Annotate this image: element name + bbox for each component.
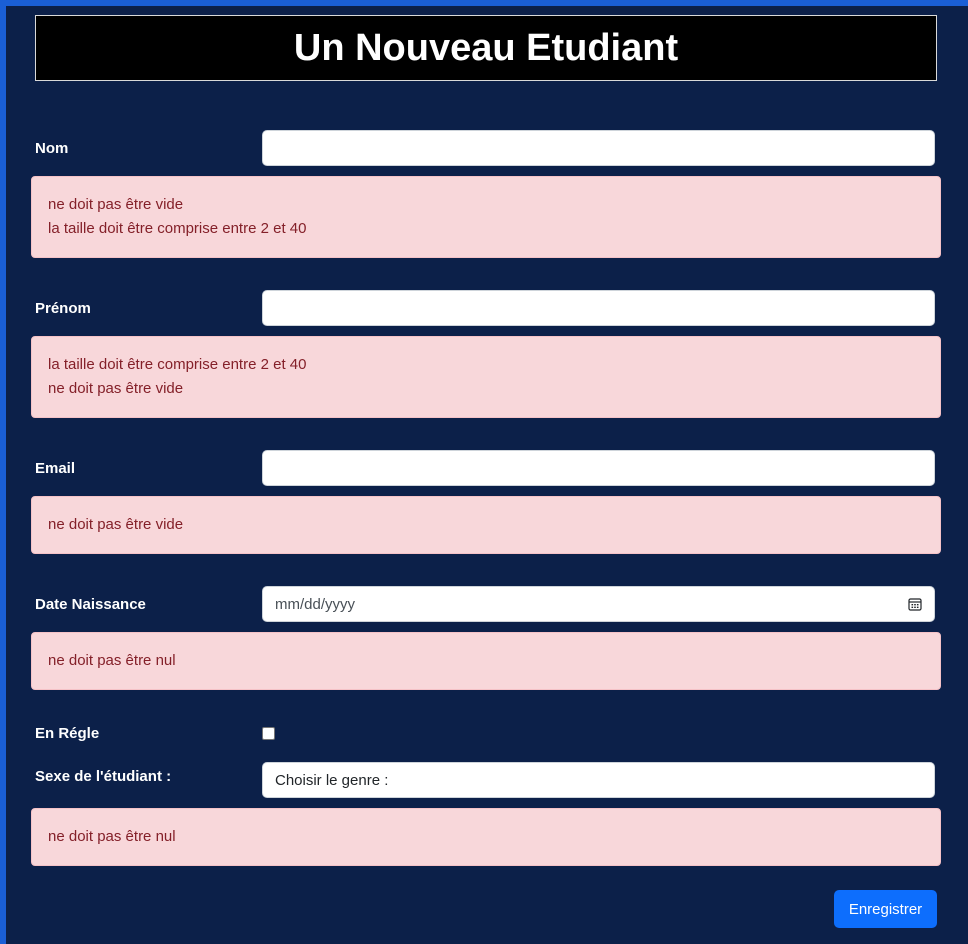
en-regle-checkbox[interactable] [262, 727, 275, 740]
prenom-error-1: la taille doit être comprise entre 2 et … [48, 356, 307, 373]
email-label: Email [35, 460, 76, 477]
sexe-selected-value: Choisir le genre : [275, 771, 389, 789]
sexe-label: Sexe de l'étudiant : [35, 768, 172, 785]
en-regle-label: En Régle [35, 725, 100, 742]
prenom-label: Prénom [35, 300, 91, 317]
prenom-error-alert: la taille doit être comprise entre 2 et … [31, 336, 941, 418]
form-card: Un Nouveau Etudiant Nom ne doit pas être… [6, 6, 968, 944]
date-naissance-error-1: ne doit pas être nul [48, 652, 176, 669]
page-title-box: Un Nouveau Etudiant [35, 15, 937, 81]
date-naissance-input[interactable]: mm/dd/yyyy [262, 586, 935, 622]
date-naissance-label: Date Naissance [35, 596, 146, 613]
calendar-icon[interactable] [908, 597, 922, 611]
date-naissance-placeholder: mm/dd/yyyy [275, 595, 356, 613]
nom-error-2: la taille doit être comprise entre 2 et … [48, 220, 307, 237]
enregistrer-button[interactable]: Enregistrer [834, 890, 937, 928]
sexe-error-1: ne doit pas être nul [48, 828, 176, 845]
date-naissance-error-alert: ne doit pas être nul [31, 632, 941, 690]
sexe-select[interactable]: Choisir le genre : [262, 762, 935, 798]
email-error-alert: ne doit pas être vide [31, 496, 941, 554]
email-error-1: ne doit pas être vide [48, 516, 184, 533]
email-input[interactable] [262, 450, 935, 486]
page-frame: Un Nouveau Etudiant Nom ne doit pas être… [0, 0, 968, 944]
page-title: Un Nouveau Etudiant [293, 26, 679, 69]
prenom-error-2: ne doit pas être vide [48, 380, 184, 397]
prenom-input[interactable] [262, 290, 935, 326]
nom-input[interactable] [262, 130, 935, 166]
nom-label: Nom [35, 140, 69, 157]
nom-error-alert: ne doit pas être vide la taille doit êtr… [31, 176, 941, 258]
sexe-error-alert: ne doit pas être nul [31, 808, 941, 866]
nom-error-1: ne doit pas être vide [48, 196, 184, 213]
